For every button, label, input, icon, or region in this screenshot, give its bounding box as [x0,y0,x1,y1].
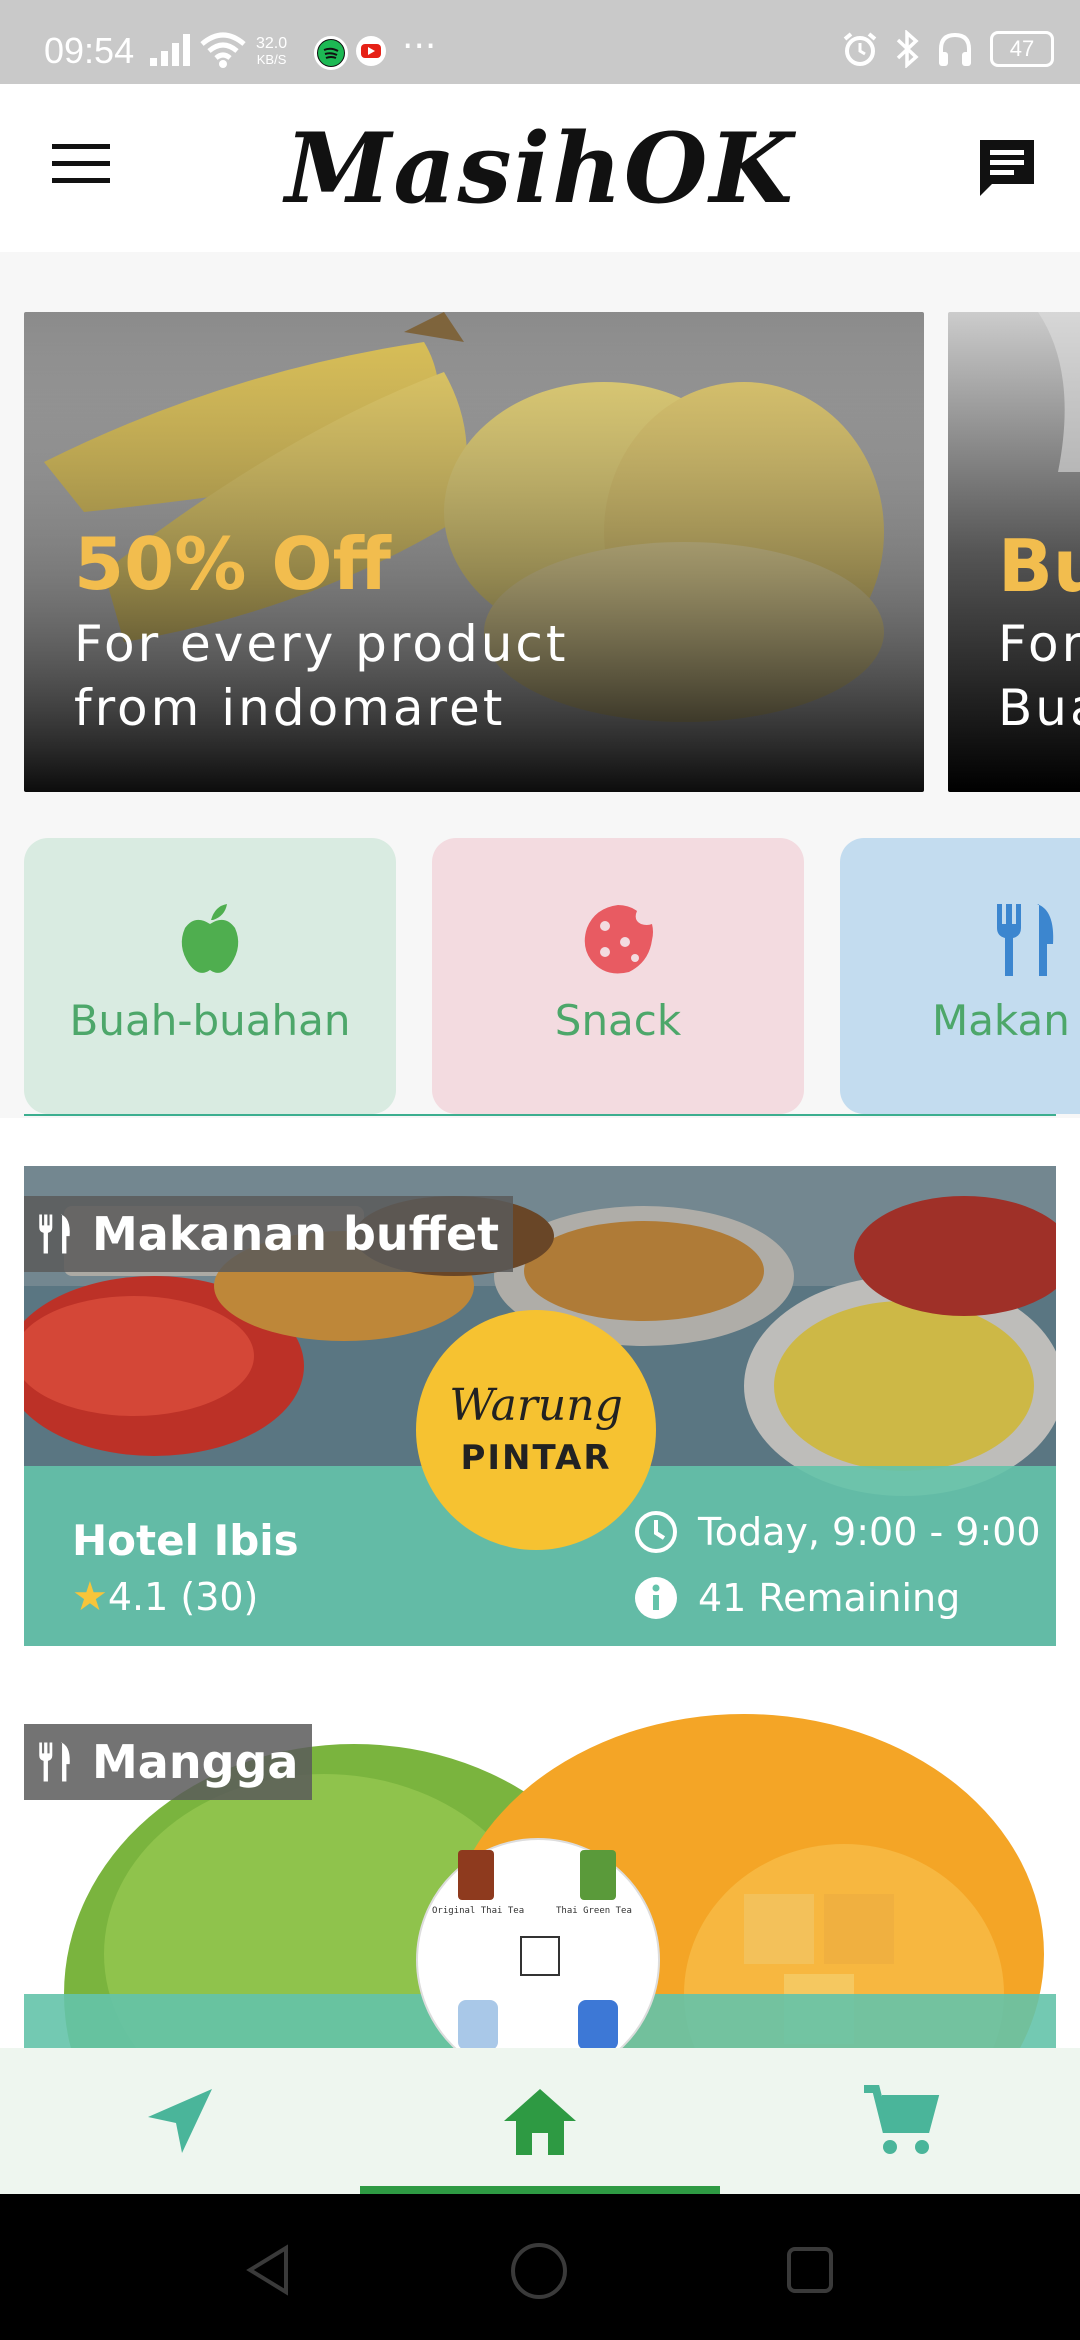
network-speed-value: 32.0 [256,35,288,52]
category-label: Snack [554,996,682,1045]
store-rating: ★4.1 (30) [72,1574,258,1620]
logo-text-script: Warung [449,1380,623,1431]
category-tag: Mangga [24,1724,313,1800]
cutlery-icon [39,1742,70,1782]
recents-icon[interactable] [786,2246,834,2294]
logo-text-brand: PINTAR [460,1438,612,1478]
category-label: Makan B [931,996,1080,1045]
more-notifications-icon: ··· [402,26,437,67]
store-card[interactable]: Makanan buffet Hotel Ibis ★4.1 (30) Toda… [24,1166,1056,1646]
cart-icon[interactable] [860,2083,940,2159]
pickup-time-text: Today, 9:00 - 9:00 [698,1510,1041,1554]
category-tag-label: Makanan buffet [92,1207,500,1261]
signal-icon [150,34,190,66]
bottom-navigation [0,2048,1080,2194]
store-name: Hotel Ibis [72,1516,299,1565]
drink-image [580,1850,616,1900]
promo-banner[interactable]: Bu For Bua [948,312,1080,792]
category-label: Buah-buahan [69,996,351,1045]
back-icon[interactable] [246,2244,290,2296]
category-buah-buahan[interactable]: Buah-buahan [24,838,396,1114]
store-logo: Original Thai Tea Thai Green Tea [416,1838,660,2082]
category-list[interactable]: Buah-buahan Snack Makan B [0,838,1080,1118]
network-speed-unit: KB/S [256,52,287,67]
logo-text: Original Thai Tea [432,1906,525,1916]
nav-cart[interactable] [720,2048,1080,2194]
remaining-text: 41 Remaining [698,1576,961,1620]
logo-text: Thai Green Tea [556,1906,632,1916]
app-title: MasihOK [285,112,795,225]
system-navigation-bar [0,2194,1080,2340]
home-circle-icon[interactable] [510,2242,568,2300]
logo-emblem [520,1936,560,1976]
category-makan[interactable]: Makan B [840,838,1080,1114]
banner-subtitle: For Bua [998,615,1080,737]
promo-carousel[interactable]: 50% Off For every product from indomaret… [0,312,1080,792]
nav-explore[interactable] [0,2048,360,2194]
app-bar: MasihOK [0,84,1080,252]
status-bar: 09:54 32.0 KB/S ··· 47 [0,0,1080,84]
apple-icon [181,904,239,973]
category-tag-label: Mangga [92,1735,299,1789]
cookie-icon [584,905,653,974]
info-icon [635,1577,677,1619]
home-icon[interactable] [500,2085,580,2157]
cutlery-icon [39,1214,70,1254]
promo-banner[interactable]: 50% Off For every product from indomaret [24,312,924,792]
banner-title: Bu [998,524,1080,608]
pickup-time: Today, 9:00 - 9:00 [634,1510,1041,1554]
headphones-icon [939,32,971,66]
cutlery-icon [997,904,1054,976]
status-time: 09:54 [44,30,135,71]
category-tag: Makanan buffet [24,1196,514,1272]
youtube-icon [356,36,386,66]
network-speed: 32.0 KB/S [256,36,287,68]
clock-icon [635,1511,677,1553]
nav-home[interactable] [360,2048,720,2194]
wifi-icon [200,32,246,68]
alarm-icon [843,32,877,66]
divider [24,1114,1056,1116]
star-icon: ★ [72,1574,108,1620]
spotify-icon [314,36,348,70]
chat-icon[interactable] [974,136,1040,202]
drink-image [458,2000,498,2050]
banner-title: 50% Off [74,522,391,606]
bluetooth-icon [896,30,919,68]
store-logo: Warung PINTAR [416,1310,656,1550]
nav-active-indicator [360,2186,720,2194]
navigation-icon[interactable] [142,2083,218,2159]
banner-subtitle: For every product from indomaret [74,615,569,737]
category-snack[interactable]: Snack [432,838,804,1114]
rating-value: 4.1 (30) [107,1575,259,1619]
battery-icon: 47 [990,31,1054,67]
drink-image [458,1850,494,1900]
drink-image [578,2000,618,2050]
remaining-count: 41 Remaining [634,1576,960,1620]
